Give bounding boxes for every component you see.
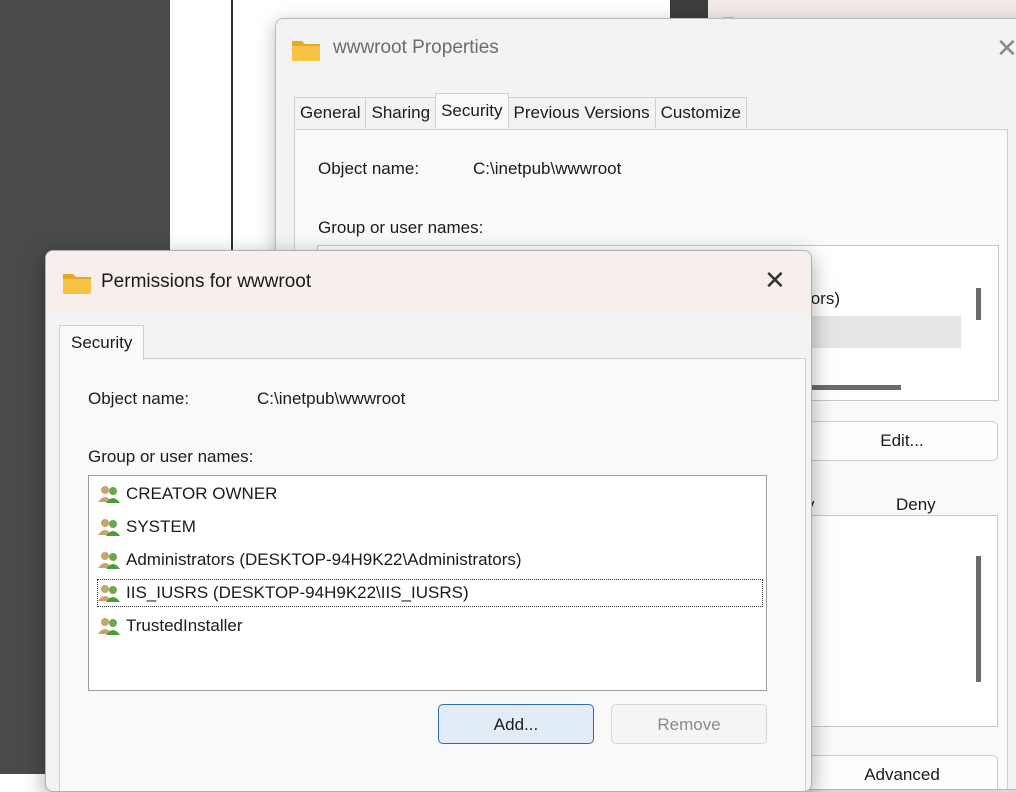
user-group-icon bbox=[98, 519, 120, 536]
selected-list-row[interactable] bbox=[796, 316, 961, 348]
group-names-label: Group or user names: bbox=[88, 447, 254, 466]
tab-security[interactable]: Security bbox=[59, 325, 145, 360]
permissions-dialog: Permissions for wwwroot ✕ Security Objec… bbox=[45, 250, 812, 792]
add-button[interactable]: Add... bbox=[438, 704, 594, 744]
tab-security[interactable]: Security bbox=[435, 93, 509, 128]
user-name: SYSTEM bbox=[126, 517, 196, 536]
object-name-label: Object name: bbox=[88, 389, 190, 408]
object-name-value: C:\inetpub\wwwroot bbox=[257, 389, 406, 408]
user-group-icon bbox=[98, 585, 120, 602]
properties-title: wwwroot Properties bbox=[333, 37, 499, 58]
group-names-list[interactable]: CREATOR OWNER SYSTEM Administrators (DES… bbox=[88, 475, 767, 691]
user-name: Administrators (DESKTOP-94H9K22\Administ… bbox=[126, 550, 522, 569]
list-item[interactable]: TrustedInstaller bbox=[97, 612, 243, 640]
permissions-title: Permissions for wwwroot bbox=[101, 271, 312, 292]
list-item[interactable]: SYSTEM bbox=[97, 513, 196, 541]
object-name-value: C:\inetpub\wwwroot bbox=[473, 159, 622, 178]
deny-column-header: Deny bbox=[896, 495, 936, 514]
tab-sharing[interactable]: Sharing bbox=[365, 97, 437, 128]
folder-icon bbox=[292, 41, 320, 61]
edit-button[interactable]: Edit... bbox=[806, 421, 998, 461]
object-name-label: Object name: bbox=[318, 159, 420, 178]
user-group-icon bbox=[98, 618, 120, 635]
remove-button[interactable]: Remove bbox=[611, 704, 767, 744]
close-icon[interactable]: ✕ bbox=[764, 265, 786, 295]
close-icon[interactable]: ✕ bbox=[996, 33, 1016, 63]
list-item[interactable]: CREATOR OWNER bbox=[97, 480, 277, 508]
scrollbar-thumb[interactable] bbox=[976, 288, 981, 320]
group-names-label: Group or user names: bbox=[318, 218, 484, 237]
advanced-button[interactable]: Advanced bbox=[806, 755, 998, 789]
user-name: IIS_IUSRS (DESKTOP-94H9K22\IIS_IUSRS) bbox=[126, 583, 469, 602]
folder-icon bbox=[63, 274, 91, 294]
permissions-list bbox=[796, 515, 998, 727]
tab-customize[interactable]: Customize bbox=[654, 97, 747, 128]
tab-general[interactable]: General bbox=[294, 97, 367, 128]
scrollbar-thumb[interactable] bbox=[976, 556, 981, 682]
list-item-focused[interactable]: IIS_IUSRS (DESKTOP-94H9K22\IIS_IUSRS) bbox=[97, 579, 763, 607]
properties-tabbar: General Sharing Security Previous Versio… bbox=[294, 93, 747, 129]
user-name: TrustedInstaller bbox=[126, 616, 243, 635]
user-name: CREATOR OWNER bbox=[126, 484, 278, 503]
list-item[interactable]: Administrators (DESKTOP-94H9K22\Administ… bbox=[97, 546, 522, 574]
tab-previous-versions[interactable]: Previous Versions bbox=[507, 97, 656, 128]
user-group-icon bbox=[98, 486, 120, 503]
user-group-icon bbox=[98, 552, 120, 569]
